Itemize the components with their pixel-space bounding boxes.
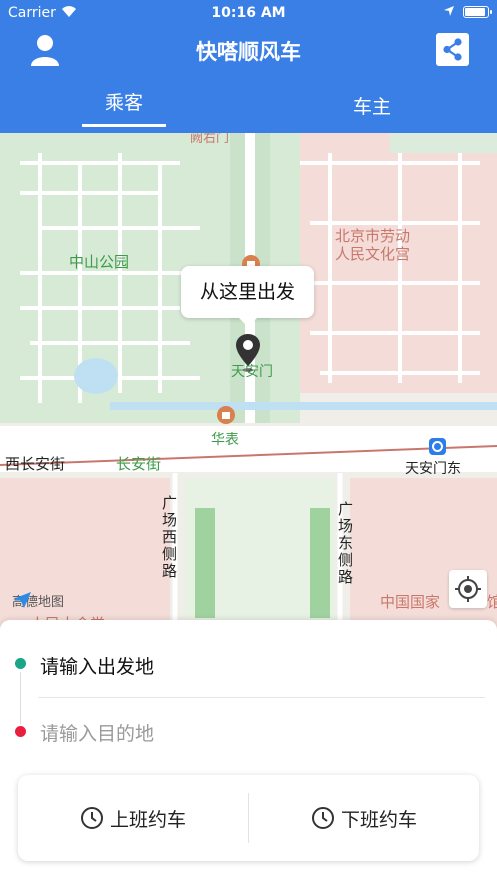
to-work-button[interactable]: 上班约车 — [18, 775, 248, 861]
active-tab-indicator — [82, 124, 166, 127]
page-title: 快嗒顺风车 — [196, 40, 301, 64]
off-work-button[interactable]: 下班约车 — [249, 775, 479, 861]
map-label-tiananmen-east: 天安门东 — [405, 461, 461, 477]
map-label-zhongshan-park: 中山公园 — [69, 253, 130, 271]
status-bar: Carrier 10:16 AM — [0, 0, 497, 26]
map-view[interactable]: 阙右门 中山公园 北京市劳动 人民文化宫 天安门 华表 西长安街 长安街 天安门… — [0, 133, 497, 635]
map-label-west-changan: 西长安街 — [5, 455, 66, 473]
start-location-input[interactable]: 请输入出发地 — [40, 652, 154, 679]
route-connector — [20, 672, 21, 724]
crosshair-icon — [455, 576, 481, 602]
map-label-museum-partial: 馆 — [487, 593, 497, 611]
destination-input[interactable]: 请输入目的地 — [40, 719, 154, 746]
map-label-changan: 长安街 — [116, 455, 162, 473]
trip-panel: 请输入出发地 请输入目的地 上班约车 下班约车 — [0, 620, 497, 883]
map-label-guangchang-east: 广场东侧路 — [338, 500, 354, 586]
to-work-label: 上班约车 — [109, 808, 186, 831]
app-header: Carrier 10:16 AM 快嗒顺风车 乘客 车主 — [0, 0, 497, 133]
map-label-gate: 阙右门 — [190, 133, 230, 146]
clock-icon — [311, 807, 334, 829]
tab-driver[interactable]: 车主 — [330, 92, 414, 119]
status-time: 10:16 AM — [211, 5, 286, 21]
share-icon[interactable] — [436, 33, 469, 66]
off-work-label: 下班约车 — [340, 808, 417, 831]
commute-card: 上班约车 下班约车 — [18, 775, 479, 861]
location-arrow-icon — [443, 5, 455, 21]
amap-logo-icon — [13, 592, 31, 608]
map-label-national-museum: 中国国家 — [380, 593, 441, 611]
tab-passenger[interactable]: 乘客 — [82, 88, 166, 115]
battery-icon — [463, 6, 492, 18]
map-label-guangchang-west: 广场西侧路 — [162, 494, 178, 580]
end-dot — [15, 726, 26, 737]
map-label-huabiao: 华表 — [211, 432, 239, 448]
map-label-labor-palace: 北京市劳动 人民文化宫 — [335, 227, 411, 263]
map-canvas — [0, 133, 497, 635]
amap-logo: 高德地图 — [12, 591, 64, 610]
start-here-callout[interactable]: 从这里出发 — [181, 266, 314, 327]
start-dot — [15, 658, 26, 669]
field-divider — [38, 697, 485, 698]
locate-me-button[interactable] — [449, 570, 487, 608]
clock-icon — [80, 807, 103, 829]
